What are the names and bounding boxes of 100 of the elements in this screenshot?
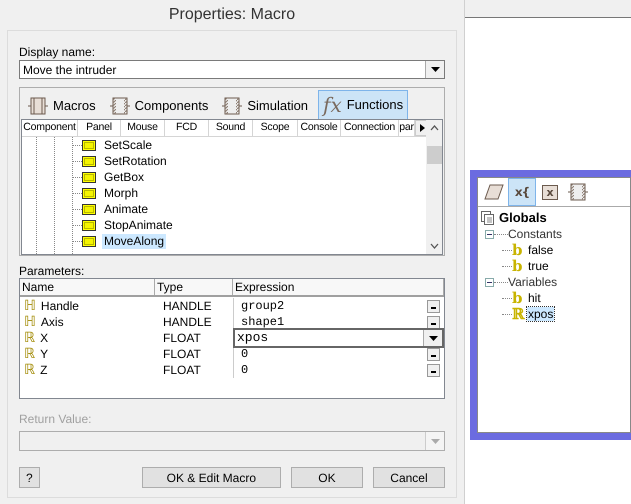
category-tab[interactable]: Connection [341, 120, 399, 136]
column-header[interactable]: Expression [233, 279, 444, 295]
tree-item[interactable]: Constants [508, 225, 562, 243]
toolbar-button[interactable]: x{ [508, 178, 536, 206]
display-name-field[interactable]: Move the intruder [19, 60, 445, 79]
tree-item[interactable]: Variables [508, 273, 558, 291]
caret-icon [431, 354, 436, 356]
type-icon: ℍ [24, 315, 36, 329]
component-icon [28, 96, 48, 114]
caret-icon [430, 67, 440, 72]
category-tab[interactable]: Scope [253, 120, 298, 136]
function-icon [82, 172, 96, 182]
tab[interactable]: Simulation [218, 92, 312, 119]
category-tab[interactable]: par [399, 120, 415, 136]
dropdown-button[interactable] [425, 61, 444, 78]
function-icon [82, 236, 96, 246]
tree-item[interactable]: true [527, 259, 550, 273]
type-icon: ℝ [24, 363, 36, 377]
table-cell-text: group2 [240, 298, 286, 315]
function-item[interactable]: GetBox [102, 170, 146, 184]
table-cell-text: shape1 [240, 314, 286, 331]
scroll-down-icon[interactable] [430, 243, 438, 249]
collapse-icon[interactable] [485, 230, 494, 238]
type-icon: ℝ [512, 306, 524, 322]
tree-item[interactable]: hit [527, 291, 542, 305]
type-icon: b [512, 242, 524, 258]
type-icon: ℝ [24, 331, 36, 345]
function-icon [82, 220, 96, 230]
dropdown-button[interactable] [427, 300, 440, 312]
function-item[interactable]: SetScale [102, 138, 154, 152]
function-item[interactable]: StopAnimate [102, 218, 175, 232]
table-cell-text: 0 [240, 346, 250, 363]
table-cell-text: FLOAT [162, 362, 202, 379]
field-label: Return Value: [19, 412, 92, 426]
tree-item[interactable]: false [527, 243, 554, 257]
component-icon [568, 183, 588, 201]
table-cell-text: HANDLE [162, 314, 213, 331]
category-tab[interactable]: FCD [165, 120, 209, 136]
help-button[interactable]: ? [19, 467, 40, 488]
table-cell-text: HANDLE [162, 298, 213, 315]
caret-icon [431, 306, 436, 308]
dropdown-button[interactable] [427, 364, 440, 376]
function-item[interactable]: MoveAlong [102, 234, 166, 248]
category-tab[interactable]: Component [22, 120, 78, 136]
dialog-button[interactable]: Cancel [372, 467, 445, 488]
toolbar-button[interactable]: x [536, 178, 564, 206]
table-cell-text: FLOAT [162, 346, 202, 363]
dialog-button[interactable]: OK [290, 467, 363, 488]
caret-icon [428, 336, 438, 340]
function-icon [82, 156, 96, 166]
variables-icon: x{ [514, 183, 530, 201]
caret-icon [431, 370, 436, 372]
parallelogram-icon [484, 184, 504, 200]
dropdown-button[interactable] [427, 316, 440, 328]
return-value-field[interactable] [19, 431, 445, 451]
arrow-right-icon [420, 124, 425, 132]
category-tab[interactable]: Console [298, 120, 341, 136]
tab[interactable]: fx Functions [318, 90, 408, 119]
table-cell-text: Y [40, 346, 48, 363]
function-icon [82, 204, 96, 214]
column-header[interactable]: Name [20, 279, 155, 295]
scroll-right-button[interactable] [415, 120, 426, 136]
function-icon [82, 188, 96, 198]
category-tab[interactable]: Mouse [121, 120, 165, 136]
field-label: Display name: [19, 45, 96, 59]
type-icon: ℍ [24, 299, 36, 313]
scroll-up-icon[interactable] [430, 125, 438, 131]
function-item[interactable]: Morph [102, 186, 140, 200]
function-item[interactable]: SetRotation [102, 154, 169, 168]
pages-icon [481, 211, 494, 225]
collapse-icon[interactable] [485, 278, 494, 286]
expression-field[interactable]: xpos [233, 328, 444, 348]
dropdown-button[interactable] [423, 330, 442, 346]
dropdown-button[interactable] [427, 348, 440, 360]
column-header[interactable]: Type [155, 279, 233, 295]
table-cell-text: Z [40, 362, 48, 379]
component-icon [110, 96, 130, 114]
category-tab[interactable]: Panel [78, 120, 121, 136]
scroll-thumb[interactable] [426, 146, 442, 164]
type-icon: b [512, 258, 524, 274]
dialog-button[interactable]: OK & Edit Macro [142, 467, 281, 488]
table-cell-text: X [40, 330, 48, 347]
function-icon: fx [323, 95, 342, 115]
type-icon: ℝ [24, 347, 36, 361]
caret-icon [430, 438, 440, 444]
table-cell-text: FLOAT [162, 330, 202, 347]
tree-item[interactable]: Globals [499, 208, 547, 228]
boxed-variable-icon: x [542, 184, 558, 200]
type-icon: b [512, 290, 524, 306]
tab[interactable]: Components [106, 92, 212, 119]
table-cell-text: 0 [240, 362, 250, 379]
category-tab[interactable]: Sound [209, 120, 253, 136]
section-label: Parameters: [19, 264, 86, 278]
caret-icon [431, 322, 436, 324]
tab[interactable]: Macros [24, 92, 100, 119]
window-title: Properties: Macro [168, 5, 296, 25]
function-item[interactable]: Animate [102, 202, 150, 216]
tree-item[interactable]: xpos [527, 307, 554, 321]
function-icon [82, 140, 96, 150]
table-cell-text: Axis [40, 314, 64, 331]
